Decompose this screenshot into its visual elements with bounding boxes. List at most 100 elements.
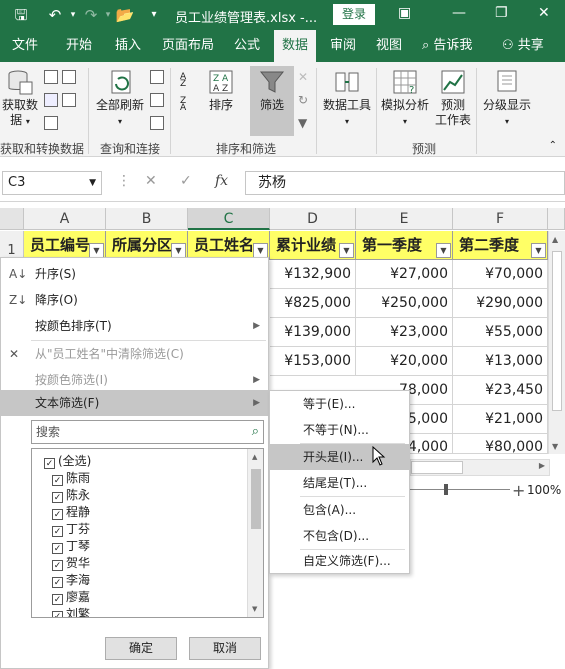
minimize-icon[interactable]: — [452, 5, 466, 21]
menu-item-text-filters[interactable]: 文本筛选(F) ▶ [1, 390, 268, 416]
checkbox-checked-icon[interactable]: ✓ [52, 577, 63, 588]
tab-view[interactable]: 视图 [376, 30, 402, 62]
customize-toolbar-icon[interactable]: ▾ [143, 5, 165, 25]
scroll-right-icon[interactable]: ▶ [539, 461, 545, 470]
what-if-analysis-button[interactable]: ? 模拟分析 ▾ [378, 68, 432, 129]
menu-item-sort-descending[interactable]: Z↓ 降序(O) [1, 287, 268, 313]
refresh-all-button[interactable]: 全部刷新 ▾ [94, 68, 146, 129]
cell-f7[interactable]: ¥21,000 [453, 405, 548, 434]
submenu-item-ends-with[interactable]: 结尾是(T)... [270, 470, 409, 496]
sort-button[interactable]: Z AA Z 排序 [202, 68, 240, 113]
tell-me-search[interactable]: ⌕ 告诉我 [422, 30, 472, 62]
formula-input[interactable]: 苏杨 [245, 171, 565, 195]
horizontal-scrollbar[interactable]: ▶ [410, 459, 550, 476]
filter-search-input[interactable]: 搜索 ⌕ [31, 420, 264, 444]
cell-f3[interactable]: ¥290,000 [453, 289, 548, 318]
column-header-b[interactable]: B [106, 208, 188, 230]
ok-button[interactable]: 确定 [105, 637, 177, 660]
column-header-f[interactable]: F [453, 208, 548, 230]
sort-za-icon[interactable]: ZA [180, 97, 194, 113]
checkbox-checked-icon[interactable]: ✓ [52, 526, 63, 537]
checkbox-checked-icon[interactable]: ✓ [52, 543, 63, 554]
scroll-up-icon[interactable]: ▲ [252, 453, 257, 461]
menu-item-sort-ascending[interactable]: A↓ 升序(S) [1, 261, 268, 287]
advanced-filter-icon[interactable]: ▼ [298, 116, 312, 130]
column-header-a[interactable]: A [24, 208, 106, 230]
cell-f4[interactable]: ¥55,000 [453, 318, 548, 347]
checkbox-checked-icon[interactable]: ✓ [44, 458, 55, 469]
tab-file[interactable]: 文件 [12, 30, 38, 62]
enter-icon[interactable]: ✓ [180, 173, 192, 189]
filter-dropdown-button[interactable]: ▼ [171, 243, 186, 258]
tab-data[interactable]: 数据 [274, 30, 317, 62]
filter-dropdown-button[interactable]: ▼ [436, 243, 451, 258]
filter-dropdown-button[interactable]: ▼ [339, 243, 354, 258]
header-cell-f1[interactable]: 第二季度 ▼ [453, 231, 548, 260]
cell-f2[interactable]: ¥70,000 [453, 260, 548, 289]
list-item[interactable]: ✓ 廖嘉 [52, 589, 90, 606]
menu-item-clear-filter[interactable]: ✕ 从"员工姓名"中清除筛选(C) [1, 341, 268, 367]
list-item[interactable]: ✓ 刘繁 [52, 606, 90, 617]
outline-button[interactable]: 分级显示 ▾ [478, 68, 536, 129]
column-header-c[interactable]: C [188, 208, 270, 230]
cell-d4[interactable]: ¥139,000 [270, 318, 356, 347]
header-cell-c1[interactable]: 员工姓名 ▼ [188, 231, 270, 260]
filter-dropdown-button[interactable]: ▼ [89, 243, 104, 258]
header-cell-a1[interactable]: 员工编号 ▼ [24, 231, 106, 260]
zoom-in-icon[interactable]: + [512, 481, 525, 500]
select-all-corner[interactable] [0, 208, 24, 230]
header-cell-e1[interactable]: 第一季度 ▼ [356, 231, 453, 260]
submenu-item-equals[interactable]: 等于(E)... [270, 391, 409, 417]
close-icon[interactable]: ✕ [538, 5, 550, 21]
filter-button[interactable]: 筛选 [250, 66, 294, 136]
tab-home[interactable]: 开始 [66, 30, 92, 62]
share-button[interactable]: ⚇ 共享 [502, 30, 544, 62]
cell-e2[interactable]: ¥27,000 [356, 260, 453, 289]
reapply-icon[interactable]: ↻ [298, 93, 312, 107]
sort-az-icon[interactable]: AZ [180, 73, 194, 89]
list-item[interactable]: ✓ 李海 [52, 572, 90, 589]
scroll-thumb[interactable] [411, 461, 463, 474]
cancel-button[interactable]: 取消 [189, 637, 261, 660]
queries-connections-icon[interactable] [150, 70, 164, 84]
vertical-scrollbar[interactable]: ▲ ▼ [548, 231, 565, 454]
chevron-down-icon[interactable]: ▼ [89, 172, 96, 194]
save-icon[interactable]: 🖫 [10, 5, 32, 25]
cell-d5[interactable]: ¥153,000 [270, 347, 356, 376]
menu-item-sort-by-color[interactable]: 按颜色排序(T) ▶ [1, 313, 268, 339]
scroll-thumb[interactable] [251, 469, 261, 529]
scroll-down-icon[interactable]: ▼ [552, 442, 558, 451]
list-item-select-all[interactable]: ✓ (全选) [44, 453, 91, 470]
header-cell-b1[interactable]: 所属分区 ▼ [106, 231, 188, 260]
existing-connections-icon[interactable] [62, 93, 76, 107]
column-header-d[interactable]: D [270, 208, 356, 230]
cell-e3[interactable]: ¥250,000 [356, 289, 453, 318]
checkbox-checked-icon[interactable]: ✓ [52, 560, 63, 571]
from-text-icon[interactable] [44, 70, 58, 84]
tab-insert[interactable]: 插入 [115, 30, 141, 62]
filter-dropdown-button-active[interactable]: ▼ [253, 243, 268, 258]
checkbox-checked-icon[interactable]: ✓ [52, 594, 63, 605]
data-tools-button[interactable]: 数据工具 ▾ [320, 68, 374, 129]
checkbox-checked-icon[interactable]: ✓ [52, 492, 63, 503]
list-item[interactable]: ✓ 丁琴 [52, 538, 90, 555]
submenu-item-not-equal[interactable]: 不等于(N)... [270, 417, 409, 443]
submenu-item-begins-with[interactable]: 开头是(I)... [270, 444, 409, 470]
list-item[interactable]: ✓ 程静 [52, 504, 90, 521]
column-header-e[interactable]: E [356, 208, 453, 230]
list-item[interactable]: ✓ 陈雨 [52, 470, 90, 487]
tab-review[interactable]: 审阅 [330, 30, 356, 62]
collapse-ribbon-icon[interactable]: ⌃ [549, 140, 557, 151]
cancel-icon[interactable]: ✕ [145, 173, 157, 189]
filter-dropdown-button[interactable]: ▼ [531, 243, 546, 258]
get-data-button[interactable]: 获取数 据 ▾ [0, 68, 40, 129]
checkbox-checked-icon[interactable]: ✓ [52, 475, 63, 486]
zoom-slider-handle[interactable] [444, 484, 448, 495]
scroll-down-icon[interactable]: ▼ [252, 605, 257, 613]
submenu-item-does-not-contain[interactable]: 不包含(D)... [270, 523, 409, 549]
open-folder-icon[interactable]: 📂 [114, 5, 136, 25]
scroll-up-icon[interactable]: ▲ [552, 235, 558, 244]
from-web-icon[interactable] [44, 93, 58, 107]
cell-f6[interactable]: ¥23,450 [453, 376, 548, 405]
name-box[interactable]: C3 ▼ [2, 171, 102, 195]
